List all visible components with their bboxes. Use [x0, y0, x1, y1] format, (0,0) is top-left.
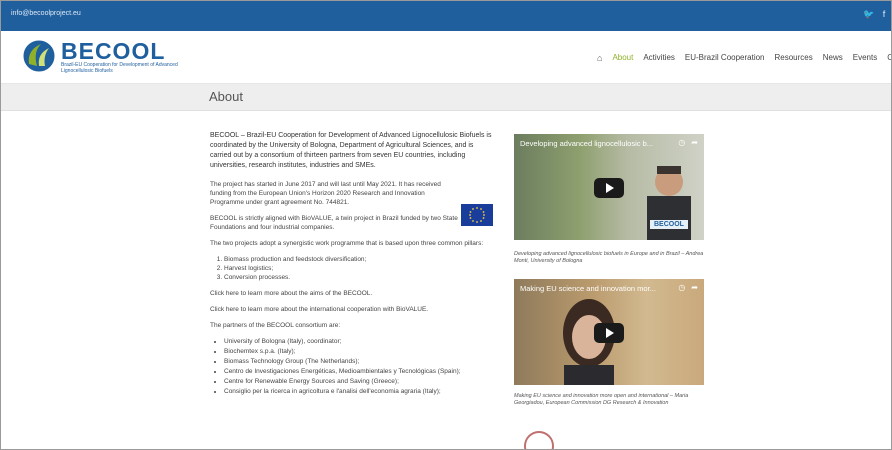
video-controls: ◷ ➦: [678, 138, 698, 147]
top-bar: info@becoolproject.eu 🐦 f: [1, 1, 891, 31]
social-links: 🐦 f: [863, 9, 889, 20]
nav-item-about[interactable]: About: [612, 53, 633, 63]
page-title: About: [209, 89, 243, 104]
clock-icon[interactable]: ◷: [678, 138, 685, 147]
funding-paragraph: The project has started in June 2017 and…: [210, 181, 441, 206]
about-content: BECOOL – Brazil-EU Cooperation for Devel…: [210, 131, 495, 403]
logo-wordmark[interactable]: BECOOL: [61, 38, 165, 65]
university-seal-icon: [524, 431, 554, 449]
play-button[interactable]: [594, 178, 624, 198]
nav-item-activities[interactable]: Activities: [643, 53, 675, 63]
becool-logo-icon[interactable]: [21, 38, 57, 74]
video-caption-1: Developing advanced lignocellulosic biof…: [514, 251, 704, 264]
list-item: Biomass production and feedstock diversi…: [224, 255, 495, 264]
aims-link[interactable]: Click here to learn more about the aims …: [210, 289, 495, 298]
intro-paragraph: BECOOL – Brazil-EU Cooperation for Devel…: [210, 132, 492, 169]
share-icon[interactable]: ➦: [691, 283, 698, 292]
main-nav: ⌂ About Activities EU-Brazil Cooperation…: [597, 53, 891, 63]
page-title-band: About: [1, 84, 891, 111]
list-item: Centro de Investigaciones Energéticas, M…: [224, 367, 495, 376]
video-player-2[interactable]: Making EU science and innovation mor... …: [514, 279, 704, 385]
video-title[interactable]: Developing advanced lignocellulosic b...: [520, 139, 670, 148]
nav-item-eu-brazil-cooperation[interactable]: EU-Brazil Cooperation: [685, 53, 765, 63]
partners-intro: The partners of the BECOOL consortium ar…: [210, 322, 341, 329]
nav-item-news[interactable]: News: [823, 53, 843, 63]
video-caption-2: Making EU science and innovation more op…: [514, 393, 689, 406]
list-item: Biomass Technology Group (The Netherland…: [224, 357, 495, 366]
cooperation-link[interactable]: Click here to learn more about the inter…: [210, 305, 495, 314]
video-badge: BECOOL: [650, 220, 688, 229]
nav-item-events[interactable]: Events: [853, 53, 877, 63]
twitter-icon[interactable]: 🐦: [863, 9, 874, 20]
list-item: Harvest logistics;: [224, 264, 495, 273]
nav-item-contacts[interactable]: C: [887, 53, 891, 63]
list-item: University of Bologna (Italy), coordinat…: [224, 337, 495, 346]
browser-frame: info@becoolproject.eu 🐦 f BECOOL Brazil-…: [0, 0, 892, 450]
logo-tagline: Brazil-EU Cooperation for Development of…: [61, 62, 178, 74]
contact-email-link[interactable]: info@becoolproject.eu: [11, 10, 81, 17]
home-icon[interactable]: ⌂: [597, 53, 602, 63]
play-button[interactable]: [594, 323, 624, 343]
nav-item-resources[interactable]: Resources: [775, 53, 813, 63]
list-item: Biochemtex s.p.a. (Italy);: [224, 347, 495, 356]
video-controls: ◷ ➦: [678, 283, 698, 292]
eu-flag-icon: [461, 204, 493, 226]
pillars-list: Biomass production and feedstock diversi…: [210, 255, 495, 282]
alignment-paragraph: BECOOL is strictly aligned with BioVALUE…: [210, 215, 458, 231]
video-title[interactable]: Making EU science and innovation mor...: [520, 284, 670, 293]
video-player-1[interactable]: Developing advanced lignocellulosic b...…: [514, 134, 704, 240]
partners-list: University of Bologna (Italy), coordinat…: [210, 337, 495, 396]
clock-icon[interactable]: ◷: [678, 283, 685, 292]
share-icon[interactable]: ➦: [691, 138, 698, 147]
site-header: BECOOL Brazil-EU Cooperation for Develop…: [1, 31, 891, 84]
facebook-icon[interactable]: f: [879, 9, 889, 20]
pillars-intro: The two projects adopt a synergistic wor…: [210, 240, 484, 247]
list-item: Conversion processes.: [224, 273, 495, 282]
list-item: Consiglio per la ricerca in agricoltura …: [224, 387, 495, 396]
list-item: Centre for Renewable Energy Sources and …: [224, 377, 495, 386]
